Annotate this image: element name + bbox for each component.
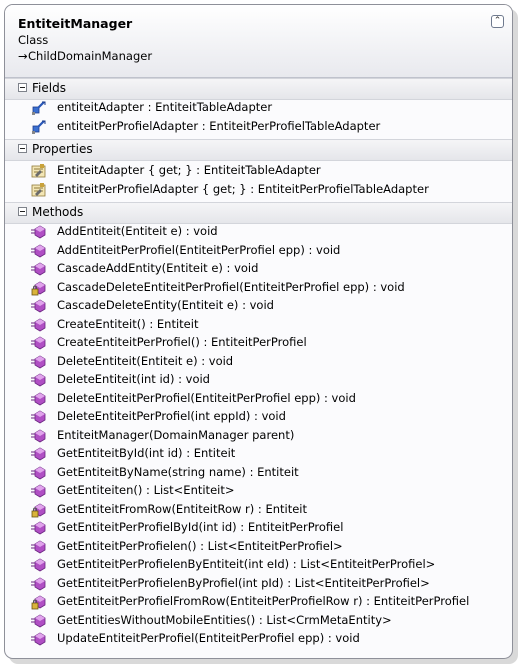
member-signature: EntiteitPerProfielAdapter { get; } : Ent… [57, 182, 429, 196]
method-icon [31, 409, 47, 425]
member-signature: CreateEntiteitPerProfiel() : EntiteitPer… [57, 335, 307, 349]
method-icon [31, 520, 47, 536]
base-class-name: ChildDomainManager [28, 49, 153, 63]
member-signature: entiteitPerProfielAdapter : EntiteitPerP… [57, 119, 381, 133]
member-signature: GetEntiteitByName(string name) : Entitei… [57, 465, 299, 479]
method-icon [31, 483, 47, 499]
class-box[interactable]: EntiteitManager Class →ChildDomainManage… [4, 4, 513, 659]
private-method-icon [31, 280, 47, 296]
method-icon [31, 354, 47, 370]
method-icon [31, 224, 47, 240]
collapse-chevron-icon[interactable]: ⌃ [491, 15, 504, 28]
class-name: EntiteitManager [18, 16, 133, 31]
section-label: Fields [32, 81, 66, 95]
base-class: →ChildDomainManager [18, 49, 152, 63]
inheritance-arrow-icon: → [18, 49, 28, 63]
member-signature: AddEntiteit(Entiteit e) : void [57, 224, 218, 238]
method-icon [31, 317, 47, 333]
method-icon [31, 391, 47, 407]
method-icon [31, 613, 47, 629]
member-signature: GetEntiteitById(int id) : Entiteit [57, 446, 236, 460]
method-icon [31, 243, 47, 259]
member-signature: DeleteEntiteitPerProfiel(EntiteitPerProf… [57, 391, 356, 405]
member-signature: CascadeDeleteEntity(Entiteit e) : void [57, 298, 274, 312]
member-signature: DeleteEntiteit(int id) : void [57, 372, 210, 386]
property-icon [31, 163, 47, 179]
private-method-icon [31, 594, 47, 610]
method-icon [31, 539, 47, 555]
member-signature: entiteitAdapter : EntiteitTableAdapter [57, 100, 273, 114]
field-icon [31, 100, 47, 116]
member-signature: EntiteitAdapter { get; } : EntiteitTable… [57, 163, 321, 177]
section-label: Methods [32, 205, 84, 219]
section-header-fields[interactable]: Fields [5, 78, 512, 100]
collapse-minus-icon[interactable] [18, 144, 27, 153]
member-signature: GetEntiteitPerProfielenByEntiteit(int eI… [57, 557, 436, 571]
member-signature: UpdateEntiteitPerProfiel(EntiteitPerProf… [57, 631, 360, 645]
member-signature: GetEntiteitPerProfielFromRow(EntiteitPer… [57, 594, 470, 608]
property-icon [31, 182, 47, 198]
member-signature: AddEntiteitPerProfiel(EntiteitPerProfiel… [57, 243, 341, 257]
member-signature: GetEntiteitFromRow(EntiteitRow r) : Enti… [57, 502, 308, 516]
member-signature: GetEntiteitPerProfielById(int id) : Enti… [57, 520, 344, 534]
method-icon [31, 372, 47, 388]
method-icon [31, 335, 47, 351]
method-icon [31, 557, 47, 573]
private-method-icon [31, 502, 47, 518]
section-header-properties[interactable]: Properties [5, 139, 512, 161]
method-icon [31, 576, 47, 592]
collapse-minus-icon[interactable] [18, 207, 27, 216]
member-signature: EntiteitManager(DomainManager parent) [57, 428, 295, 442]
collapse-minus-icon[interactable] [18, 83, 27, 92]
member-signature: CascadeDeleteEntiteitPerProfiel(Entiteit… [57, 280, 405, 294]
method-icon [31, 465, 47, 481]
member-signature: DeleteEntiteit(Entiteit e) : void [57, 354, 234, 368]
member-signature: CascadeAddEntity(Entiteit e) : void [57, 261, 259, 275]
method-icon [31, 428, 47, 444]
section-header-methods[interactable]: Methods [5, 202, 512, 224]
member-signature: DeleteEntiteitPerProfiel(int eppId) : vo… [57, 409, 286, 423]
class-header: EntiteitManager Class →ChildDomainManage… [5, 5, 512, 78]
method-icon [31, 631, 47, 647]
class-kind: Class [18, 33, 49, 47]
member-signature: GetEntiteitPerProfielenByProfiel(int pId… [57, 576, 430, 590]
member-signature: GetEntiteitPerProfielen() : List<Entitei… [57, 539, 343, 553]
method-icon [31, 261, 47, 277]
section-label: Properties [32, 142, 93, 156]
member-signature: CreateEntiteit() : Entiteit [57, 317, 199, 331]
member-signature: GetEntiteiten() : List<Entiteit> [57, 483, 235, 497]
field-icon [31, 119, 47, 135]
member-signature: GetEntitiesWithoutMobileEntities() : Lis… [57, 613, 392, 627]
method-icon [31, 446, 47, 462]
method-icon [31, 298, 47, 314]
